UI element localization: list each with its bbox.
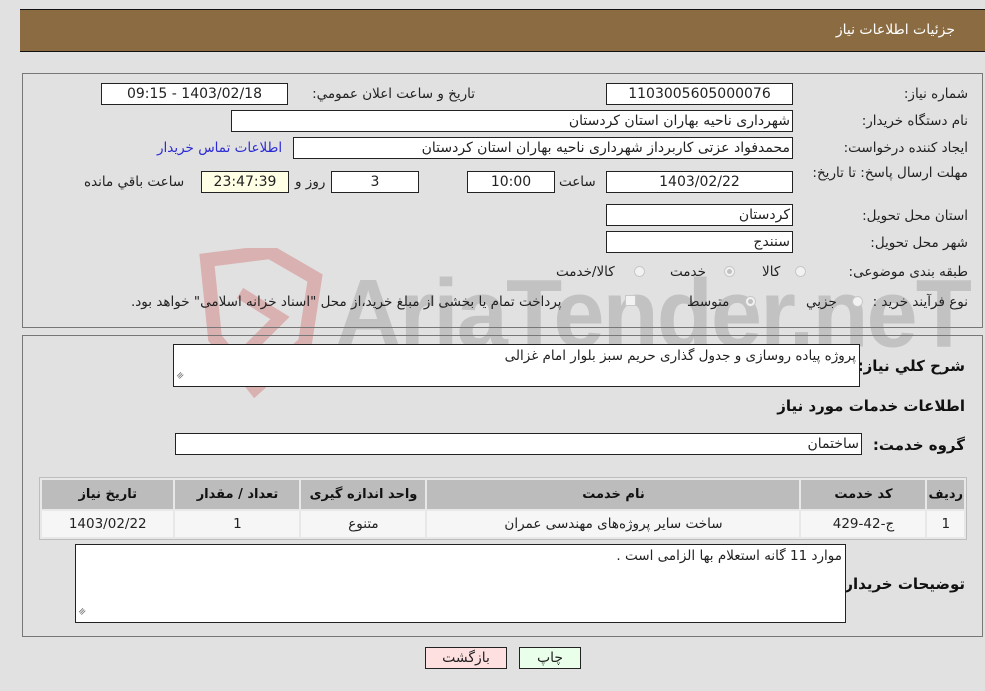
print-button[interactable]: چاپ bbox=[519, 647, 581, 669]
category-radio-goods[interactable] bbox=[795, 266, 806, 277]
category-option-service: خدمت bbox=[670, 264, 706, 280]
resize-grip-icon[interactable]: ≡ bbox=[172, 367, 190, 385]
services-table: ردیف کد خدمت نام خدمت واحد اندازه گیری ت… bbox=[39, 477, 967, 540]
announce-datetime-label: تاريخ و ساعت اعلان عمومي: bbox=[312, 86, 475, 102]
description-textarea[interactable]: پروژه پیاده روسازی و جدول گذاری حریم سبز… bbox=[173, 344, 860, 387]
purchase-option-medium: متوسط bbox=[687, 294, 730, 310]
buyer-org-field[interactable]: شهرداری ناحیه بهاران استان کردستان bbox=[231, 110, 793, 132]
requester-label: ایجاد کننده درخواست: bbox=[843, 140, 968, 156]
table-row: 1 ج-42-429 ساخت سایر پروژه‌های مهندسی عم… bbox=[42, 511, 964, 537]
category-radio-service[interactable] bbox=[724, 266, 735, 277]
deadline-time-label: ساعت bbox=[559, 174, 596, 190]
delivery-province-field[interactable]: کردستان bbox=[606, 204, 793, 226]
purchase-radio-medium[interactable] bbox=[745, 296, 756, 307]
cell-need-date: 1403/02/22 bbox=[42, 511, 174, 537]
page-header: جزئیات اطلاعات نیاز bbox=[20, 9, 985, 52]
description-text: پروژه پیاده روسازی و جدول گذاری حریم سبز… bbox=[504, 348, 856, 364]
deadline-date-field[interactable]: 1403/02/22 bbox=[606, 171, 793, 193]
description-label: شرح کلي نياز: bbox=[857, 357, 965, 375]
category-label: طبقه بندی موضوعی: bbox=[848, 264, 968, 280]
buyer-notes-text: موارد 11 گانه استعلام بها الزامی است . bbox=[616, 548, 842, 564]
purchase-type-label: نوع فرآیند خرید : bbox=[872, 294, 968, 310]
remaining-days-field[interactable]: 3 bbox=[331, 171, 419, 193]
delivery-city-label: شهر محل تحویل: bbox=[870, 235, 968, 251]
delivery-city-field[interactable]: سنندج bbox=[606, 231, 793, 253]
treasury-note: پرداخت تمام یا بخشی از مبلغ خرید،از محل … bbox=[131, 294, 562, 310]
delivery-province-label: استان محل تحویل: bbox=[862, 208, 968, 224]
requester-field[interactable]: محمدفواد عزتی کاربرداز شهرداری ناحیه بها… bbox=[293, 137, 793, 159]
col-header-service-code: کد خدمت bbox=[801, 480, 926, 509]
cell-service-name: ساخت سایر پروژه‌های مهندسی عمران bbox=[427, 511, 800, 537]
col-header-unit: واحد اندازه گیری bbox=[301, 480, 426, 509]
cell-service-code: ج-42-429 bbox=[801, 511, 926, 537]
col-header-quantity: تعداد / مقدار bbox=[175, 480, 300, 509]
buyer-notes-textarea[interactable]: موارد 11 گانه استعلام بها الزامی است . ≡ bbox=[75, 544, 846, 623]
page-title: جزئیات اطلاعات نیاز bbox=[835, 22, 955, 38]
deadline-time-field[interactable]: 10:00 bbox=[467, 171, 555, 193]
purchase-radio-minor[interactable] bbox=[852, 296, 863, 307]
announce-datetime-field[interactable]: 1403/02/18 - 09:15 bbox=[101, 83, 288, 105]
col-header-service-name: نام خدمت bbox=[427, 480, 800, 509]
days-label: روز و bbox=[295, 174, 326, 190]
remaining-time-field: 23:47:39 bbox=[201, 171, 289, 193]
table-header-row: ردیف کد خدمت نام خدمت واحد اندازه گیری ت… bbox=[42, 480, 964, 509]
category-option-goods-service: کالا/خدمت bbox=[556, 264, 615, 280]
buyer-contact-link[interactable]: اطلاعات تماس خریدار bbox=[157, 140, 282, 156]
service-group-field[interactable]: ساختمان bbox=[175, 433, 862, 455]
services-section-title: اطلاعات خدمات مورد نياز bbox=[777, 397, 965, 415]
category-option-goods: کالا bbox=[762, 264, 781, 280]
need-number-field[interactable]: 1103005605000076 bbox=[606, 83, 793, 105]
purchase-option-minor: جزيي bbox=[806, 294, 837, 310]
treasury-checkbox[interactable] bbox=[625, 295, 636, 306]
cell-quantity: 1 bbox=[175, 511, 300, 537]
back-button[interactable]: بازگشت bbox=[425, 647, 507, 669]
buyer-org-label: نام دستگاه خریدار: bbox=[861, 113, 968, 129]
buyer-notes-label: توضیحات خریدار: bbox=[838, 575, 965, 593]
category-radio-goods-service[interactable] bbox=[634, 266, 645, 277]
col-header-row-number: ردیف bbox=[927, 480, 964, 509]
need-number-label: شماره نیاز: bbox=[903, 86, 968, 102]
service-group-label: گروه خدمت: bbox=[872, 436, 965, 454]
deadline-label: مهلت ارسال پاسخ: تا تاریخ: bbox=[812, 165, 968, 181]
remaining-time-label: ساعت باقي مانده bbox=[84, 174, 185, 190]
resize-grip-icon[interactable]: ≡ bbox=[74, 603, 92, 621]
cell-unit: متنوع bbox=[301, 511, 426, 537]
cell-row-number: 1 bbox=[927, 511, 964, 537]
col-header-need-date: تاریخ نیاز bbox=[42, 480, 174, 509]
